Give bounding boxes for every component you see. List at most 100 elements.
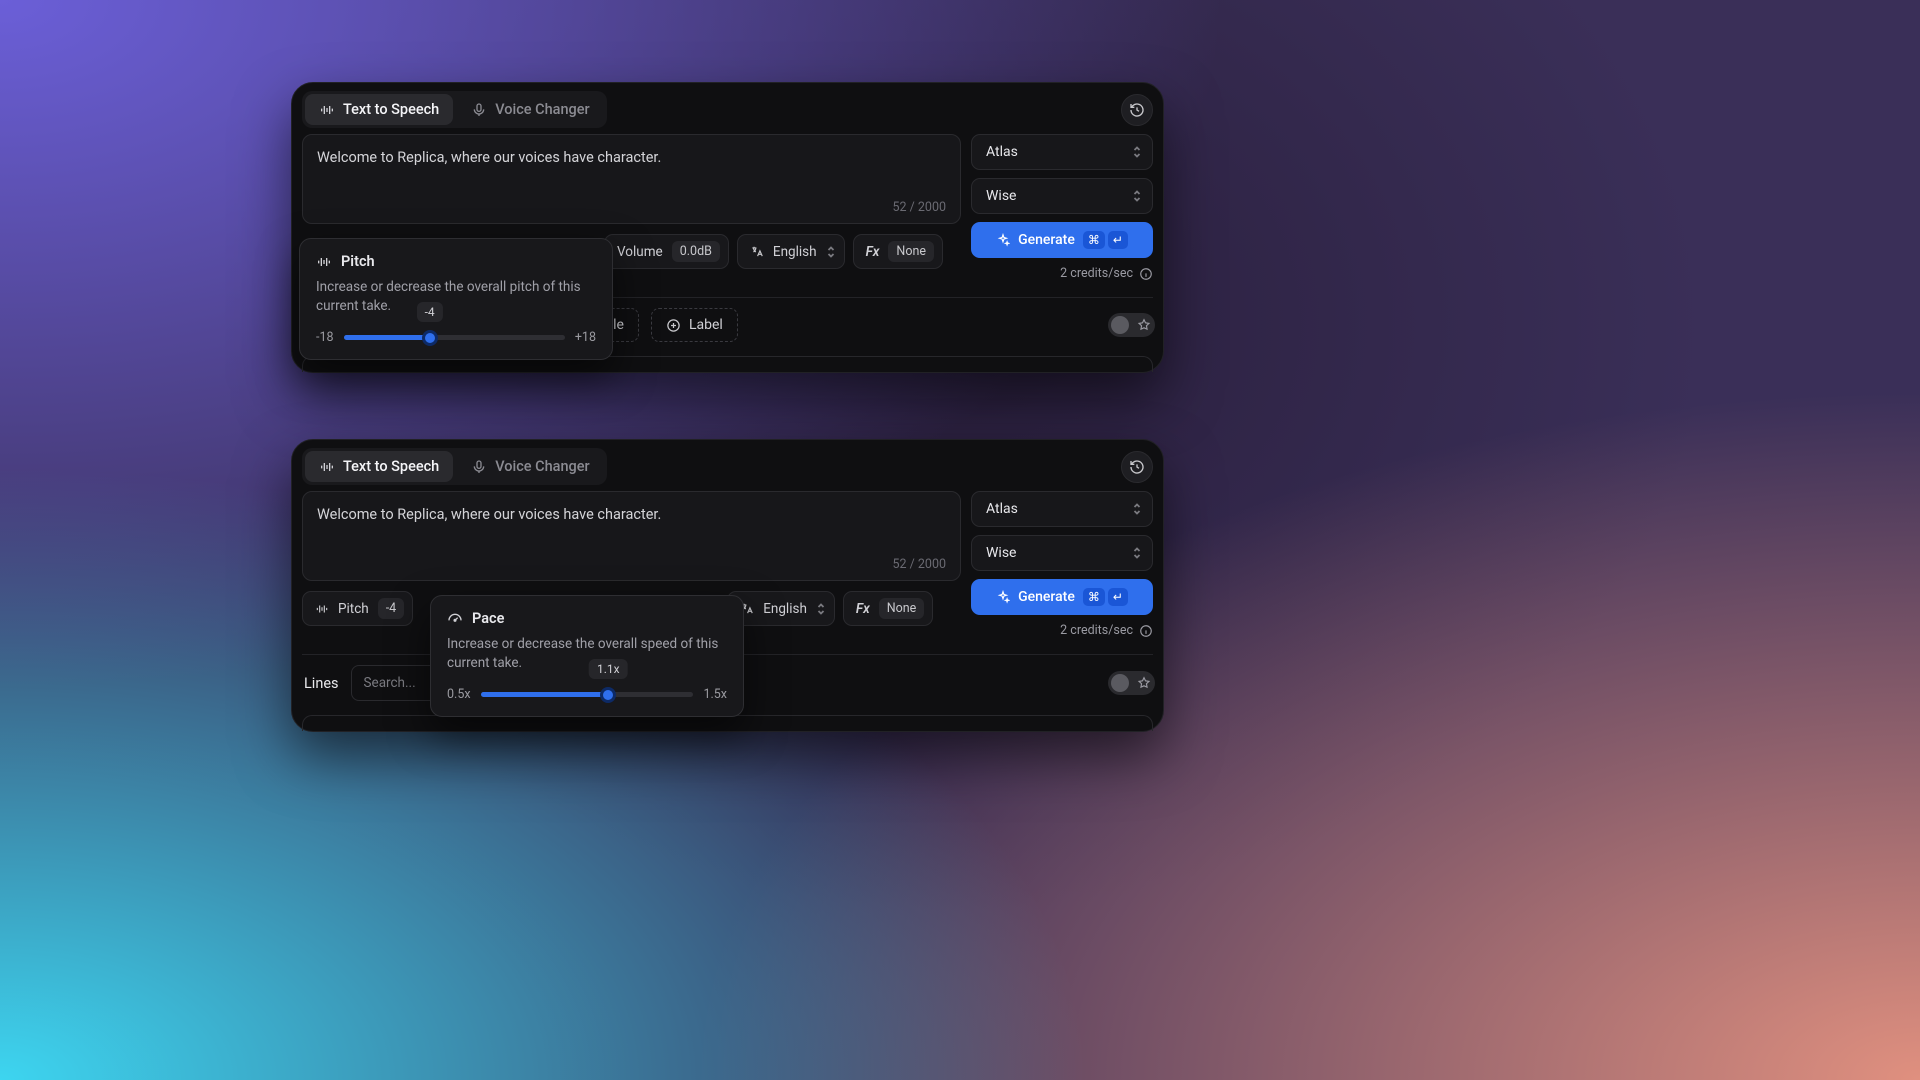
credits-note: 2 credits/sec — [971, 623, 1153, 638]
popover-description: Increase or decrease the overall speed o… — [447, 635, 727, 673]
chip-label: English — [773, 244, 817, 260]
info-icon[interactable] — [1139, 267, 1153, 281]
slider-min: 0.5x — [447, 687, 471, 702]
tts-card-pitch: Text to Speech Voice Changer Welcome to … — [291, 82, 1164, 373]
fx-label: Fx — [866, 244, 880, 260]
tuning-icon — [316, 254, 332, 270]
tab-voice-changer[interactable]: Voice Changer — [457, 94, 603, 125]
chip-label: English — [763, 601, 807, 617]
translate-icon — [750, 245, 764, 259]
chevron-updown-icon — [1132, 546, 1142, 560]
slider-max: +18 — [575, 330, 596, 345]
tab-voice-changer[interactable]: Voice Changer — [457, 451, 603, 482]
star-icon — [1137, 676, 1151, 690]
kbd-cmd: ⌘ — [1083, 231, 1105, 249]
mic-icon — [471, 459, 487, 475]
sparkle-icon — [996, 233, 1010, 247]
card-header: Text to Speech Voice Changer — [292, 440, 1163, 491]
chevron-updown-icon — [826, 245, 836, 259]
select-value: Wise — [986, 188, 1016, 204]
tab-label: Voice Changer — [495, 458, 589, 475]
credits-text: 2 credits/sec — [1060, 266, 1133, 281]
gauge-icon — [447, 611, 463, 627]
prompt-textarea[interactable]: Welcome to Replica, where our voices hav… — [302, 134, 961, 224]
history-button[interactable] — [1121, 451, 1153, 483]
add-label-button[interactable]: Label — [651, 308, 738, 342]
button-label: Generate — [1018, 232, 1075, 248]
slider-value-badge: -4 — [417, 302, 443, 322]
char-counter: 52 / 2000 — [892, 539, 946, 572]
volume-chip[interactable]: Volume 0.0dB — [604, 234, 729, 269]
prompt-textarea[interactable]: Welcome to Replica, where our voices hav… — [302, 491, 961, 581]
slider-fill — [344, 335, 430, 340]
voice-select[interactable]: Atlas — [971, 491, 1153, 527]
slider-min: -18 — [316, 330, 334, 345]
pitch-popover: Pitch Increase or decrease the overall p… — [299, 238, 613, 360]
select-value: Wise — [986, 545, 1016, 561]
slider-thumb[interactable] — [422, 330, 438, 346]
chevron-updown-icon — [1132, 145, 1142, 159]
chevron-updown-icon — [816, 602, 826, 616]
chip-label: Volume — [617, 244, 663, 260]
kbd-shortcut: ⌘ ↵ — [1083, 231, 1128, 249]
tuning-icon — [315, 602, 329, 616]
chevron-updown-icon — [1132, 189, 1142, 203]
popover-description: Increase or decrease the overall pitch o… — [316, 278, 596, 316]
slider-max: 1.5x — [703, 687, 727, 702]
slider-fill — [481, 692, 609, 697]
tab-label: Text to Speech — [343, 458, 439, 475]
kbd-enter: ↵ — [1108, 588, 1128, 606]
kbd-enter: ↵ — [1108, 231, 1128, 249]
chevron-updown-icon — [1132, 502, 1142, 516]
plus-circle-icon — [666, 318, 681, 333]
generate-button[interactable]: Generate ⌘ ↵ — [971, 579, 1153, 615]
list-container-stub — [302, 715, 1153, 731]
chip-value: None — [888, 241, 934, 262]
select-value: Atlas — [986, 144, 1018, 160]
prompt-text: Welcome to Replica, where our voices hav… — [317, 149, 946, 166]
credits-text: 2 credits/sec — [1060, 623, 1133, 638]
star-icon — [1137, 318, 1151, 332]
slider-value-badge: 1.1x — [589, 659, 628, 679]
pace-slider[interactable]: 1.1x — [481, 692, 694, 697]
fx-chip[interactable]: Fx None — [843, 591, 933, 626]
tab-text-to-speech[interactable]: Text to Speech — [305, 451, 453, 482]
button-label: Label — [689, 317, 723, 333]
waveform-icon — [319, 459, 335, 475]
prompt-text: Welcome to Replica, where our voices hav… — [317, 506, 946, 523]
pace-popover: Pace Increase or decrease the overall sp… — [430, 595, 744, 717]
style-select[interactable]: Wise — [971, 535, 1153, 571]
tts-card-pace: Text to Speech Voice Changer Welcome to … — [291, 439, 1164, 732]
info-icon[interactable] — [1139, 624, 1153, 638]
chip-value: None — [879, 598, 925, 619]
language-chip[interactable]: English — [737, 234, 845, 269]
style-select[interactable]: Wise — [971, 178, 1153, 214]
chip-value: -4 — [378, 598, 404, 619]
pitch-chip[interactable]: Pitch -4 — [302, 591, 413, 626]
lines-label: Lines — [304, 675, 339, 692]
tab-label: Voice Changer — [495, 101, 589, 118]
chip-label: Pitch — [338, 601, 369, 617]
waveform-icon — [319, 102, 335, 118]
credits-note: 2 credits/sec — [971, 266, 1153, 281]
tab-label: Text to Speech — [343, 101, 439, 118]
generate-button[interactable]: Generate ⌘ ↵ — [971, 222, 1153, 258]
search-placeholder: Search... — [364, 675, 416, 691]
kbd-shortcut: ⌘ ↵ — [1083, 588, 1128, 606]
popover-title: Pitch — [341, 253, 375, 270]
history-button[interactable] — [1121, 94, 1153, 126]
char-counter: 52 / 2000 — [892, 182, 946, 215]
pitch-slider[interactable]: -4 — [344, 335, 565, 340]
kbd-cmd: ⌘ — [1083, 588, 1105, 606]
slider-thumb[interactable] — [600, 687, 616, 703]
mic-icon — [471, 102, 487, 118]
history-icon — [1129, 102, 1145, 118]
voice-select[interactable]: Atlas — [971, 134, 1153, 170]
tab-text-to-speech[interactable]: Text to Speech — [305, 94, 453, 125]
chip-value: 0.0dB — [672, 241, 720, 262]
fx-chip[interactable]: Fx None — [853, 234, 943, 269]
select-value: Atlas — [986, 501, 1018, 517]
mode-tabs: Text to Speech Voice Changer — [302, 448, 607, 485]
button-label: Generate — [1018, 589, 1075, 605]
card-header: Text to Speech Voice Changer — [292, 83, 1163, 134]
